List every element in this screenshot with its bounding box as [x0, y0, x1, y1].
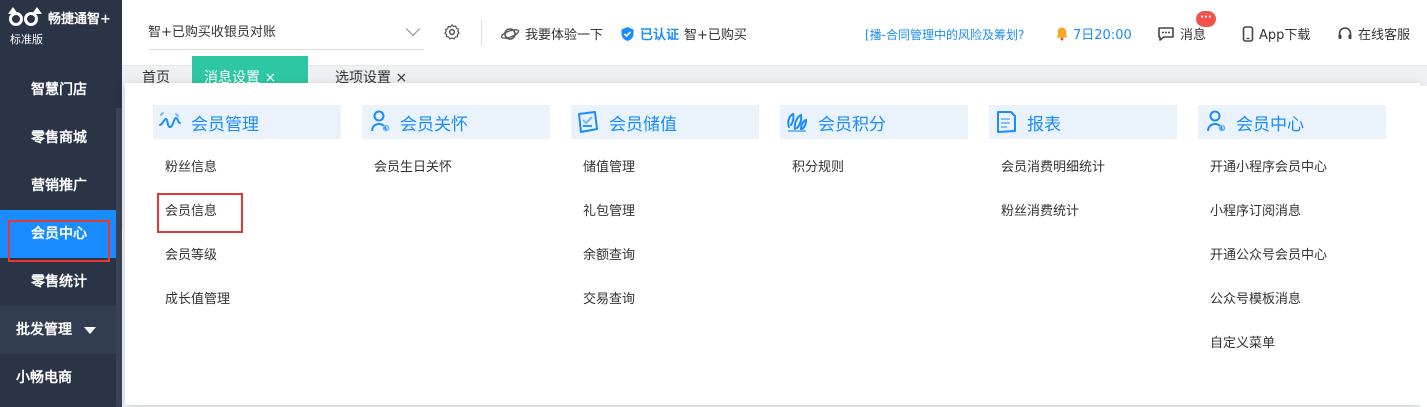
sidebar-item-label: 批发管理 [16, 322, 72, 338]
message-count-badge: ··· [1196, 11, 1216, 27]
menu-column-member-center: 会员中心 开通小程序会员中心 小程序订阅消息 开通公众号会员中心 公众号模板消息… [1198, 105, 1386, 379]
menu-item-fans-info[interactable]: 粉丝信息 [165, 159, 341, 203]
menu-item-gift-pack-manage[interactable]: 礼包管理 [583, 203, 759, 247]
menu-item-balance-query[interactable]: 余额查询 [583, 247, 759, 291]
menu-column-header: 报表 [989, 105, 1177, 139]
menu-item-consumption-detail[interactable]: 会员消费明细统计 [1001, 159, 1177, 203]
stored-value-icon [578, 111, 598, 133]
planet-icon [500, 27, 520, 40]
alarm-time: 7日20:00 [1073, 28, 1132, 43]
menu-item-growth-value[interactable]: 成长值管理 [165, 291, 341, 335]
sidebar-item-label: 会员中心 [31, 226, 87, 242]
sidebar-item-label: 零售统计 [31, 274, 87, 290]
menu-column-title: 会员中心 [1236, 114, 1304, 135]
live-reminder[interactable]: 7日20:00 [1055, 24, 1132, 43]
menu-item-miniprogram-subscribe[interactable]: 小程序订阅消息 [1210, 203, 1386, 247]
sidebar-group-wholesale[interactable]: 批发管理 [0, 306, 122, 354]
menu-item-open-official-account-center[interactable]: 开通公众号会员中心 [1210, 247, 1386, 291]
menu-column-title: 会员管理 [191, 114, 259, 135]
menu-item-points-rules[interactable]: 积分规则 [792, 159, 968, 203]
app-download-label: App下载 [1259, 28, 1311, 43]
menu-item-open-miniprogram-center[interactable]: 开通小程序会员中心 [1210, 159, 1386, 203]
member-center-icon [1207, 110, 1226, 132]
brand-name: 畅捷通智+ [48, 11, 111, 27]
menu-column-member-care: 会员关怀 会员生日关怀 [362, 105, 550, 203]
tab-home[interactable]: 首页 [142, 56, 170, 86]
gear-icon[interactable] [443, 23, 461, 41]
brand-edition: 标准版 [10, 33, 43, 46]
owl-logo-icon [8, 6, 44, 28]
support-label: 在线客服 [1358, 28, 1411, 43]
sidebar-item-label: 智慧门店 [31, 82, 87, 98]
bell-icon [1056, 27, 1068, 41]
menu-column-stored-value: 会员储值 储值管理 礼包管理 余额查询 交易查询 [571, 105, 759, 335]
menu-column-header: 会员储值 [571, 105, 759, 139]
plan-label: 智+已购买 [684, 28, 747, 43]
verified-label: 已认证 [640, 28, 680, 43]
menu-item-member-level[interactable]: 会员等级 [165, 247, 341, 291]
store-select[interactable]: 智+已购买收银员对账 [148, 12, 424, 50]
store-select-value: 智+已购买收银员对账 [148, 25, 276, 40]
menu-item-official-account-template[interactable]: 公众号模板消息 [1210, 291, 1386, 335]
menu-column-reports: 报表 会员消费明细统计 粉丝消费统计 [989, 105, 1177, 247]
messages-button[interactable]: 消息 [1157, 24, 1206, 43]
try-button[interactable]: 我要体验一下 [500, 24, 603, 43]
chevron-down-icon [405, 21, 421, 37]
headset-icon [1338, 26, 1352, 39]
sidebar-item-retail-mall[interactable]: 零售商城 [0, 114, 122, 162]
member-manage-icon [159, 112, 181, 129]
menu-column-title: 会员储值 [609, 114, 677, 135]
menu-item-member-info[interactable]: 会员信息 [165, 203, 341, 247]
divider [481, 20, 482, 46]
sidebar-item-marketing[interactable]: 营销推广 [0, 162, 122, 210]
right-edge-panel [1420, 86, 1427, 407]
try-label: 我要体验一下 [525, 28, 604, 43]
menu-item-stored-value-manage[interactable]: 储值管理 [583, 159, 759, 203]
phone-icon [1242, 25, 1254, 42]
member-center-menu: 会员管理 粉丝信息 会员信息 会员等级 成长值管理 会员关怀 会员生日关怀 会员… [125, 83, 1420, 405]
menu-item-birthday-care[interactable]: 会员生日关怀 [374, 159, 550, 203]
menu-column-member-manage: 会员管理 粉丝信息 会员信息 会员等级 成长值管理 [153, 105, 341, 335]
menu-item-fans-consumption[interactable]: 粉丝消费统计 [1001, 203, 1177, 247]
message-icon [1158, 26, 1174, 41]
app-download-button[interactable]: App下载 [1242, 24, 1310, 43]
verified-status[interactable]: 已认证 智+已购买 [620, 24, 747, 43]
menu-column-header: 会员中心 [1198, 105, 1386, 139]
menu-column-header: 会员关怀 [362, 105, 550, 139]
sidebar-item-label: 零售商城 [31, 130, 87, 146]
page-tabs: 首页 消息设置 × 选项设置 × [122, 56, 1427, 86]
tab-message-settings[interactable]: 消息设置 × [192, 56, 308, 86]
announcement-marquee[interactable]: [播-合同管理中的风险及筹划? [865, 26, 1024, 43]
shield-icon [621, 26, 634, 41]
menu-item-transaction-query[interactable]: 交易查询 [583, 291, 759, 335]
caret-down-icon [84, 326, 96, 334]
menu-column-title: 会员关怀 [400, 114, 468, 135]
sidebar-item-ecommerce[interactable]: 小畅电商 [0, 354, 122, 402]
sidebar-item-label: 小畅电商 [16, 370, 72, 386]
brand-logo[interactable]: 畅捷通智+ 标准版 [0, 0, 122, 66]
points-icon [787, 112, 808, 132]
sidebar: 畅捷通智+ 标准版 智慧门店 零售商城 营销推广 会员中心 零售统计 批发管理 … [0, 0, 123, 407]
menu-item-custom-menu[interactable]: 自定义菜单 [1210, 335, 1386, 379]
member-care-icon [371, 110, 390, 132]
sidebar-item-retail-stats[interactable]: 零售统计 [0, 258, 122, 306]
menu-column-header: 会员积分 [780, 105, 968, 139]
sidebar-item-smart-store[interactable]: 智慧门店 [0, 66, 122, 114]
sidebar-item-label: 营销推广 [31, 178, 87, 194]
online-support-button[interactable]: 在线客服 [1337, 24, 1410, 43]
menu-column-title: 会员积分 [818, 114, 886, 135]
menu-column-header: 会员管理 [153, 105, 341, 139]
sidebar-item-member-center[interactable]: 会员中心 [0, 210, 123, 258]
menu-column-title: 报表 [1027, 114, 1061, 135]
sidebar-scrollbar[interactable] [116, 108, 122, 407]
report-icon [997, 111, 1016, 133]
menu-column-points: 会员积分 积分规则 [780, 105, 968, 203]
tab-option-settings[interactable]: 选项设置 × [335, 56, 407, 86]
